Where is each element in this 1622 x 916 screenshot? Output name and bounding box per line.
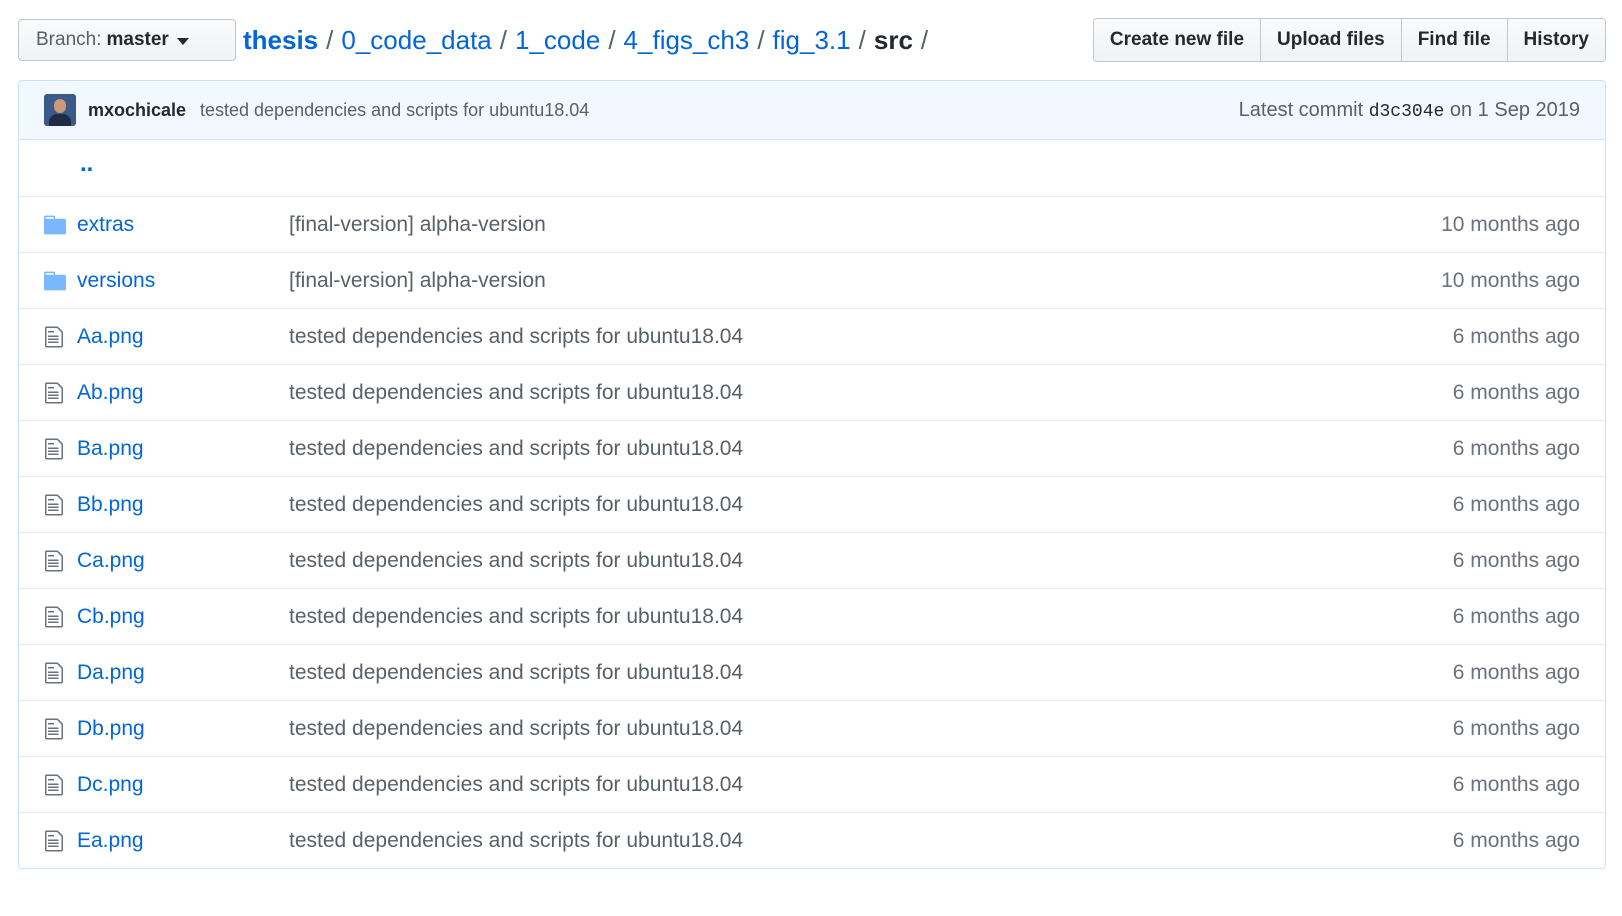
commit-message-link[interactable]: tested dependencies and scripts for ubun… (200, 100, 589, 121)
file-icon (44, 605, 64, 635)
file-row: Ea.png tested dependencies and scripts fo… (19, 813, 1605, 868)
breadcrumb: thesis / 0_code_data / 1_code / 4_figs_c… (243, 18, 936, 62)
parent-directory-link[interactable]: .. (80, 150, 93, 178)
file-row: Da.png tested dependencies and scripts fo… (19, 645, 1605, 701)
file-name-link[interactable]: Ba.png (77, 437, 144, 461)
file-age: 6 months ago (1452, 548, 1580, 572)
file-age: 6 months ago (1452, 716, 1580, 740)
file-row: Aa.png tested dependencies and scripts fo… (19, 309, 1605, 365)
file-commit-message-link[interactable]: tested dependencies and scripts for ubun… (289, 493, 743, 517)
find-file-button[interactable]: Find file (1400, 19, 1507, 61)
file-row: Db.png tested dependencies and scripts fo… (19, 701, 1605, 757)
file-name-link[interactable]: extras (77, 213, 134, 237)
file-row: Bb.png tested dependencies and scripts fo… (19, 477, 1605, 533)
file-icon (44, 549, 64, 579)
breadcrumb-separator: / (326, 24, 334, 55)
file-name-link[interactable]: Bb.png (77, 493, 144, 517)
caret-down-icon (176, 37, 189, 45)
file-icon (44, 773, 64, 803)
latest-commit-bar: mxochicale tested dependencies and scrip… (19, 81, 1605, 140)
breadcrumb-separator: / (757, 24, 765, 55)
avatar[interactable] (44, 94, 76, 126)
file-commit-message-link[interactable]: tested dependencies and scripts for ubun… (289, 773, 743, 797)
file-icon (44, 437, 64, 467)
file-list: mxochicale tested dependencies and scrip… (18, 80, 1606, 869)
file-icon (44, 381, 64, 411)
file-icon (44, 829, 64, 859)
file-row: Dc.png tested dependencies and scripts fo… (19, 757, 1605, 813)
file-name-link[interactable]: Dc.png (77, 773, 144, 797)
branch-name: master (106, 29, 169, 50)
breadcrumb-current: src (873, 24, 913, 55)
file-row: Ca.png tested dependencies and scripts fo… (19, 533, 1605, 589)
file-age: 6 months ago (1452, 380, 1580, 404)
file-age: 6 months ago (1452, 828, 1580, 852)
file-name-link[interactable]: Ca.png (77, 549, 145, 573)
file-row: versions [final-version] alpha-version 10 … (19, 253, 1605, 309)
file-row: Cb.png tested dependencies and scripts fo… (19, 589, 1605, 645)
breadcrumb-separator: / (499, 24, 507, 55)
breadcrumb-link[interactable]: 0_code_data (341, 25, 491, 56)
file-age: 6 months ago (1452, 604, 1580, 628)
file-age: 10 months ago (1441, 268, 1580, 292)
commit-sha-link[interactable]: d3c304e (1369, 102, 1445, 122)
latest-commit-label: Latest commit (1238, 98, 1364, 121)
file-commit-message-link[interactable]: tested dependencies and scripts for ubun… (289, 437, 743, 461)
file-age: 6 months ago (1452, 436, 1580, 460)
create-new-file-button[interactable]: Create new file (1093, 19, 1261, 61)
file-name-link[interactable]: Ea.png (77, 829, 144, 853)
file-commit-message-link[interactable]: tested dependencies and scripts for ubun… (289, 717, 743, 741)
file-commit-message-link[interactable]: tested dependencies and scripts for ubun… (289, 381, 743, 405)
branch-label: Branch: (36, 29, 102, 50)
file-name-link[interactable]: versions (77, 269, 155, 293)
commit-date: on 1 Sep 2019 (1449, 98, 1580, 121)
file-icon (44, 325, 64, 355)
file-actions: Create new file Upload files Find file H… (1092, 18, 1606, 62)
file-name-link[interactable]: Aa.png (77, 325, 144, 349)
breadcrumb-repo-link[interactable]: thesis (243, 25, 318, 56)
upload-files-button[interactable]: Upload files (1260, 19, 1401, 61)
file-commit-message-link[interactable]: tested dependencies and scripts for ubun… (289, 549, 743, 573)
file-age: 6 months ago (1452, 492, 1580, 516)
file-row: Ab.png tested dependencies and scripts fo… (19, 365, 1605, 421)
file-name-link[interactable]: Cb.png (77, 605, 145, 629)
breadcrumb-separator: / (858, 24, 866, 55)
file-age: 10 months ago (1441, 212, 1580, 236)
breadcrumb-link[interactable]: fig_3.1 (773, 25, 851, 56)
file-age: 6 months ago (1452, 324, 1580, 348)
file-commit-message-link[interactable]: [final-version] alpha-version (289, 269, 546, 293)
commit-author-link[interactable]: mxochicale (88, 100, 186, 121)
latest-commit-info: Latest commit d3c304e on 1 Sep 2019 (1239, 99, 1580, 122)
file-age: 6 months ago (1452, 772, 1580, 796)
branch-select-button[interactable]: Branch: master (18, 19, 236, 61)
breadcrumb-separator: / (920, 24, 929, 55)
breadcrumb-link[interactable]: 1_code (515, 25, 600, 56)
file-commit-message-link[interactable]: [final-version] alpha-version (289, 213, 546, 237)
file-icon (44, 661, 64, 691)
file-row: Ba.png tested dependencies and scripts fo… (19, 421, 1605, 477)
file-name-link[interactable]: Db.png (77, 717, 145, 741)
file-name-link[interactable]: Ab.png (77, 381, 144, 405)
file-commit-message-link[interactable]: tested dependencies and scripts for ubun… (289, 605, 743, 629)
file-navigation: Branch: master thesis / 0_code_data / 1_… (18, 18, 1606, 62)
file-icon (44, 493, 64, 523)
file-age: 6 months ago (1452, 660, 1580, 684)
folder-icon (44, 271, 66, 297)
parent-directory-row: .. (19, 140, 1605, 197)
file-row: extras [final-version] alpha-version 10 mo… (19, 197, 1605, 253)
file-commit-message-link[interactable]: tested dependencies and scripts for ubun… (289, 661, 743, 685)
file-icon (44, 717, 64, 747)
file-commit-message-link[interactable]: tested dependencies and scripts for ubun… (289, 829, 743, 853)
breadcrumb-separator: / (608, 24, 616, 55)
file-commit-message-link[interactable]: tested dependencies and scripts for ubun… (289, 325, 743, 349)
breadcrumb-link[interactable]: 4_figs_ch3 (624, 25, 750, 56)
history-button[interactable]: History (1506, 19, 1605, 61)
file-name-link[interactable]: Da.png (77, 661, 145, 685)
folder-icon (44, 215, 66, 241)
file-rows: extras [final-version] alpha-version 10 mo… (19, 197, 1605, 868)
